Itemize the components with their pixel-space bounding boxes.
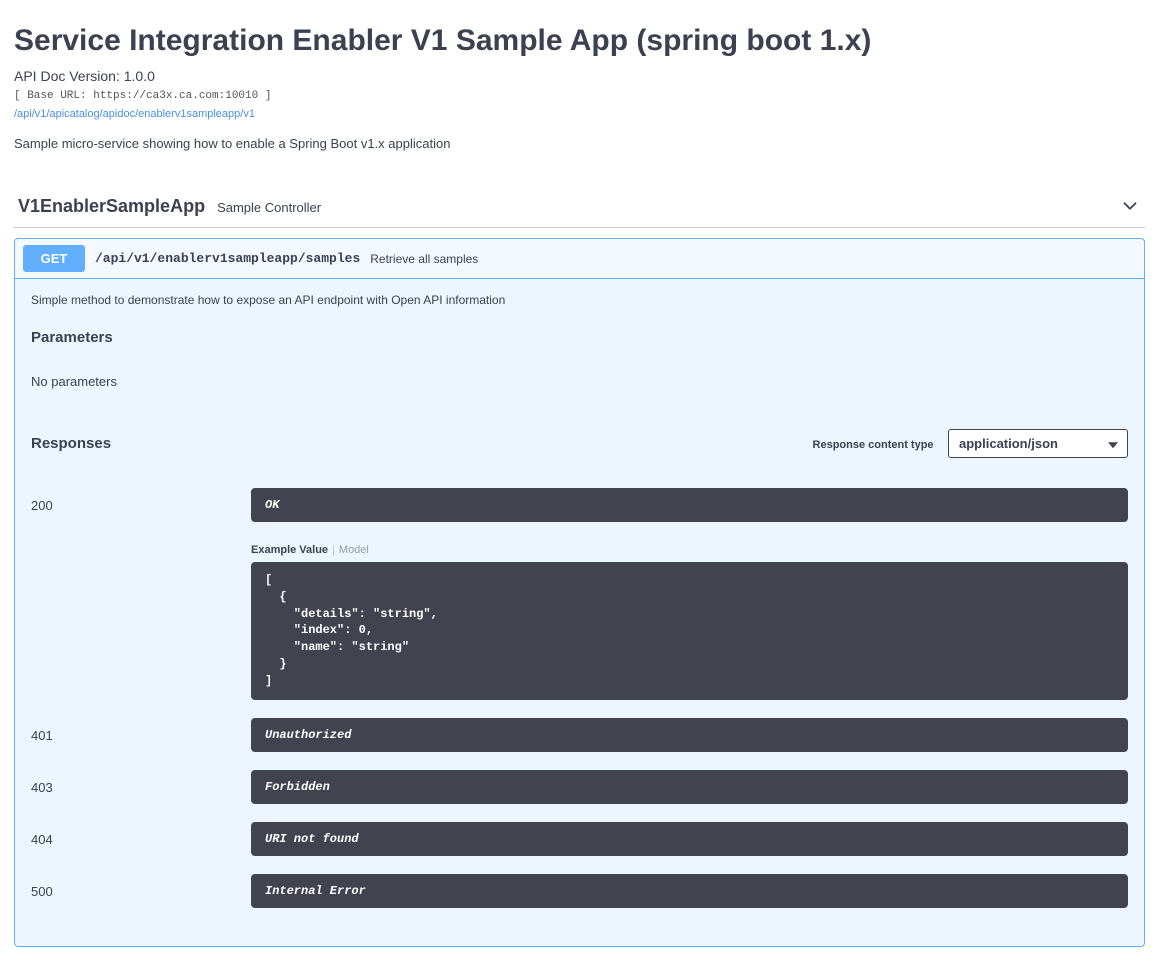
content-type-label: Response content type [813,439,934,451]
response-code: 200 [31,488,231,513]
response-row: 200 OK Example Value|Model [ { "details": "… [31,488,1128,700]
response-message: Internal Error [251,874,1128,908]
tab-example-value[interactable]: Example Value [251,544,328,556]
api-doc-link[interactable]: /api/v1/apicatalog/apidoc/enablerv1sampl… [14,108,255,120]
no-parameters-text: No parameters [31,374,1128,389]
operation-summary: Retrieve all samples [370,252,478,266]
tag-name: V1EnablerSampleApp [18,196,205,217]
parameters-heading: Parameters [31,329,1128,346]
content-type-select[interactable]: application/json [948,429,1128,458]
response-message: URI not found [251,822,1128,856]
http-method-badge: GET [23,245,85,272]
tag-header[interactable]: V1EnablerSampleApp Sample Controller [14,191,1145,228]
response-code: 403 [31,770,231,795]
base-url: [ Base URL: https://ca3x.ca.com:10010 ] [14,90,1145,102]
api-version: API Doc Version: 1.0.0 [14,68,1145,84]
response-row: 500 Internal Error [31,874,1128,908]
example-tabs: Example Value|Model [251,544,1128,556]
api-description: Sample micro-service showing how to enab… [14,136,1145,151]
tab-model[interactable]: Model [339,544,369,556]
response-row: 404 URI not found [31,822,1128,856]
operation-summary-row[interactable]: GET /api/v1/enablerv1sampleapp/samples R… [15,239,1144,279]
response-message: OK [251,488,1128,522]
responses-heading: Responses [31,435,111,452]
response-message: Unauthorized [251,718,1128,752]
operation-block: GET /api/v1/enablerv1sampleapp/samples R… [14,238,1145,947]
response-code: 500 [31,874,231,899]
chevron-down-icon [1119,195,1141,217]
response-row: 403 Forbidden [31,770,1128,804]
tag-description: Sample Controller [217,200,321,215]
endpoint-path: /api/v1/enablerv1sampleapp/samples [95,251,360,266]
page-title: Service Integration Enabler V1 Sample Ap… [14,24,1145,58]
response-row: 401 Unauthorized [31,718,1128,752]
response-code: 401 [31,718,231,743]
example-body: [ { "details": "string", "index": 0, "na… [251,562,1128,700]
response-code: 404 [31,822,231,847]
response-message: Forbidden [251,770,1128,804]
operation-description: Simple method to demonstrate how to expo… [31,293,1128,307]
